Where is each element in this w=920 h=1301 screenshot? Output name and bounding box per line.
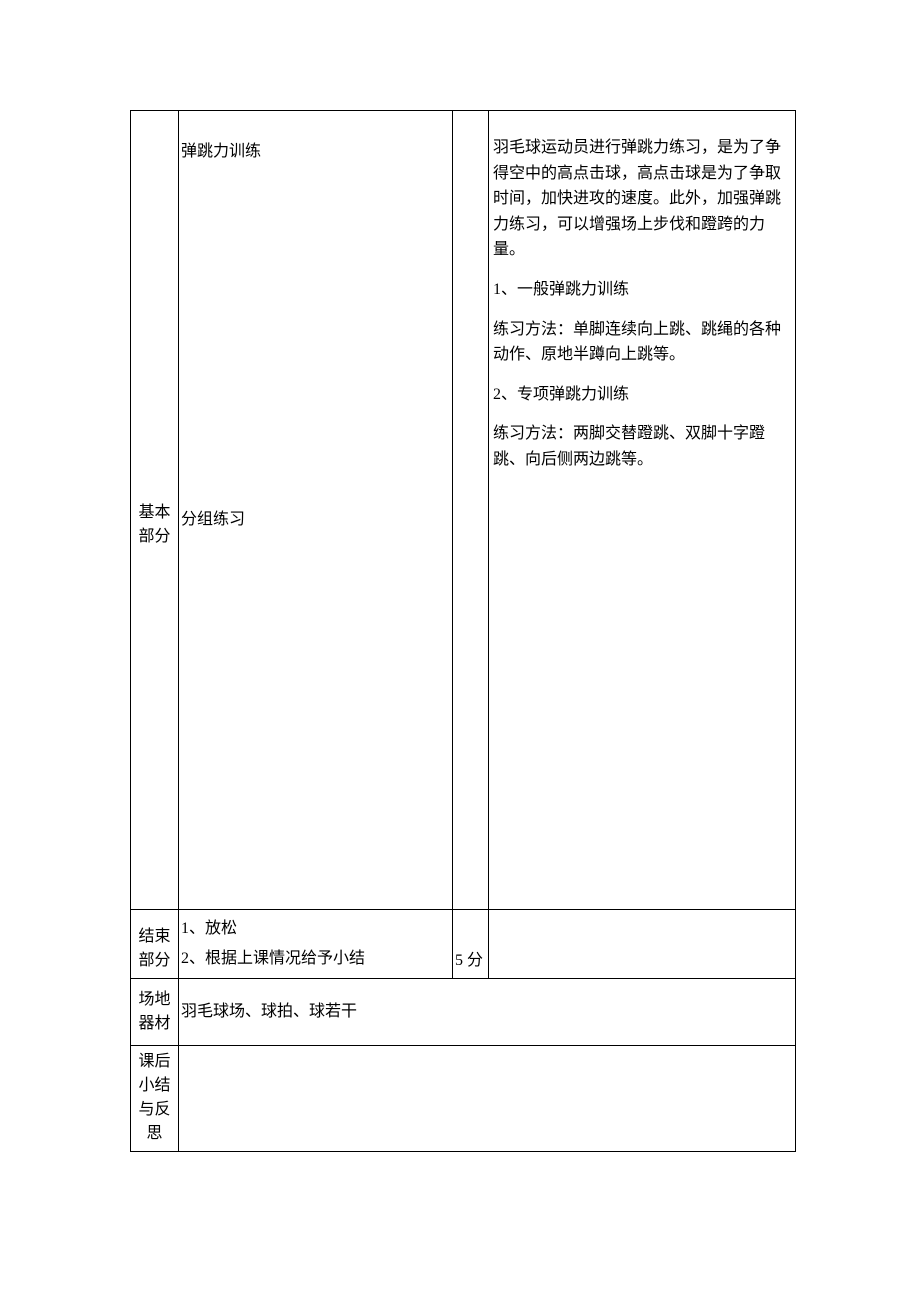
end-line2: 2、根据上课情况给予小结 [181, 944, 450, 974]
end-section-label: 结束部分 [133, 925, 176, 973]
lesson-plan-page: 基本部分 弹跳力训练 分组练习 羽毛球运动员进行弹跳力练习，是为了争得空中的高点… [0, 0, 920, 1252]
notes-item1-body: 练习方法：单脚连续向上跳、跳绳的各种动作、原地半蹲向上跳等。 [493, 317, 791, 368]
basic-time-cell [453, 111, 489, 910]
end-line1: 1、放松 [181, 914, 450, 944]
equipment-label: 场地器材 [133, 988, 176, 1036]
notes-intro: 羽毛球运动员进行弹跳力练习，是为了争得空中的高点击球，高点击球是为了争取时间，加… [493, 135, 791, 263]
equipment-content: 羽毛球场、球拍、球若干 [181, 1003, 357, 1020]
notes-item1-title: 1、一般弹跳力训练 [493, 277, 791, 303]
notes-item2-body: 练习方法：两脚交替蹬跳、双脚十字蹬跳、向后侧两边跳等。 [493, 421, 791, 472]
end-section-label-cell: 结束部分 [131, 910, 179, 979]
end-content-cell: 1、放松 2、根据上课情况给予小结 [179, 910, 453, 979]
basic-section-label-cell: 基本部分 [131, 111, 179, 910]
end-notes-cell [489, 910, 796, 979]
reflection-row: 课后小结与反思 [131, 1046, 796, 1152]
reflection-label: 课后小结与反思 [133, 1050, 176, 1146]
reflection-content-cell [179, 1046, 796, 1152]
basic-section-row: 基本部分 弹跳力训练 分组练习 羽毛球运动员进行弹跳力练习，是为了争得空中的高点… [131, 111, 796, 910]
equipment-row: 场地器材 羽毛球场、球拍、球若干 [131, 979, 796, 1046]
lesson-plan-table: 基本部分 弹跳力训练 分组练习 羽毛球运动员进行弹跳力练习，是为了争得空中的高点… [130, 110, 796, 1152]
end-section-row: 结束部分 1、放松 2、根据上课情况给予小结 5 分 [131, 910, 796, 979]
notes-item2-title: 2、专项弹跳力训练 [493, 382, 791, 408]
equipment-content-cell: 羽毛球场、球拍、球若干 [179, 979, 796, 1046]
basic-notes-cell: 羽毛球运动员进行弹跳力练习，是为了争得空中的高点击球，高点击球是为了争取时间，加… [489, 111, 796, 910]
end-time: 5 分 [455, 952, 483, 969]
basic-content-top: 弹跳力训练 [181, 137, 450, 167]
end-time-cell: 5 分 [453, 910, 489, 979]
equipment-label-cell: 场地器材 [131, 979, 179, 1046]
basic-content-cell: 弹跳力训练 分组练习 [179, 111, 453, 910]
basic-content-mid: 分组练习 [181, 505, 245, 535]
reflection-label-cell: 课后小结与反思 [131, 1046, 179, 1152]
basic-section-label: 基本部分 [131, 501, 178, 549]
